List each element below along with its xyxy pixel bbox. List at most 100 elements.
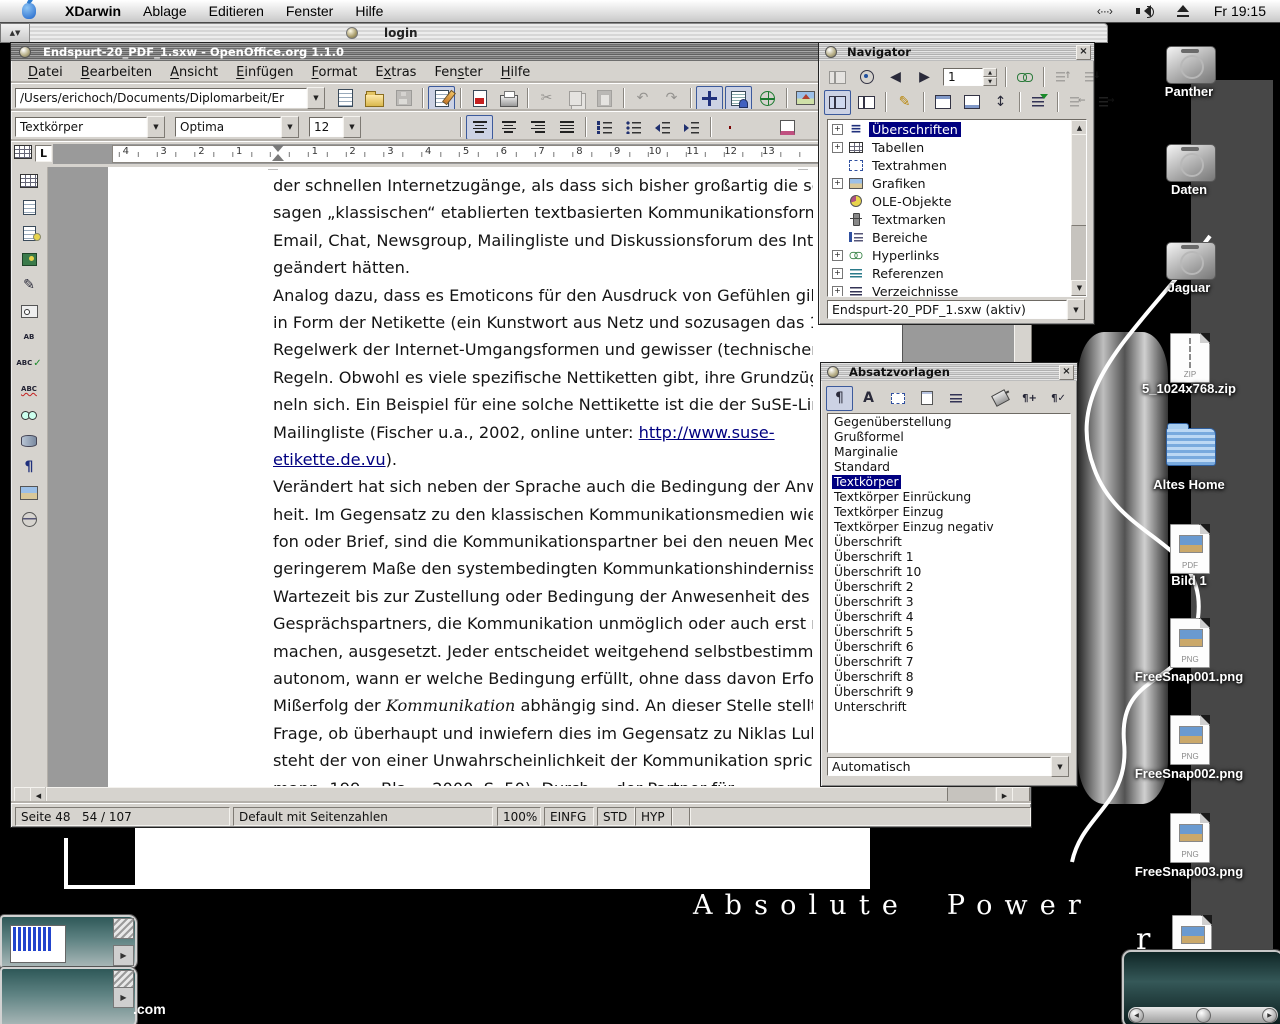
drag-mode-button[interactable] <box>1025 90 1052 115</box>
footer-button[interactable] <box>958 90 985 115</box>
insert-table-button[interactable] <box>13 169 45 193</box>
desktop-icon-Altes Home[interactable] <box>1166 428 1216 466</box>
toggle-view-button[interactable] <box>853 90 880 115</box>
statusbar-zoom[interactable]: 100% <box>497 807 541 826</box>
style-item[interactable]: Überschrift 5 <box>828 624 1070 639</box>
navigation-button[interactable] <box>853 65 880 90</box>
increase-indent-button[interactable] <box>678 115 705 140</box>
corner-scroll-left-icon[interactable]: ◀ <box>1129 1008 1144 1023</box>
statusbar-hyperlink-mode[interactable]: HYP <box>635 807 673 826</box>
eject-icon[interactable] <box>1176 5 1190 17</box>
navigator-close-icon[interactable]: × <box>1076 45 1091 60</box>
font-name-dropdown[interactable]: ▼ <box>281 116 299 138</box>
align-center-button[interactable] <box>495 115 522 140</box>
spellcheck-button[interactable]: ABC <box>13 351 45 375</box>
navigator-item-überschriften[interactable]: +≡Überschriften <box>828 120 1070 138</box>
desktop-icon-FreeSnap001.png[interactable]: PNG <box>1170 618 1210 668</box>
font-name-combo[interactable]: Optima <box>175 117 281 137</box>
document-page[interactable]: der schnellen Internetzugänge, als dass … <box>108 167 903 787</box>
desktop-icon-5_1024x768.zip[interactable]: ZIP <box>1170 333 1210 383</box>
collapsed-window-1[interactable]: ▶ <box>0 915 137 969</box>
writer-menu-bearbeiten[interactable]: Bearbeiten <box>72 65 161 80</box>
style-item[interactable]: Überschrift 7 <box>828 654 1070 669</box>
gallery-button[interactable] <box>792 86 819 111</box>
navigator-document-dropdown[interactable]: ▼ <box>1067 299 1085 320</box>
autotext-button[interactable]: AB <box>13 325 45 349</box>
navigator-scrollbar[interactable]: ▲ ▼ <box>1071 120 1086 296</box>
new-style-from-selection-button[interactable]: ¶+ <box>1016 386 1043 411</box>
navigator-item-tabellen[interactable]: +Tabellen <box>828 138 1070 156</box>
document-text[interactable]: der schnellen Internetzugänge, als dass … <box>273 172 813 786</box>
style-item[interactable]: Überschrift 9 <box>828 684 1070 699</box>
statusbar-selection-mode[interactable]: STD <box>597 807 635 826</box>
align-justify-button[interactable] <box>553 115 580 140</box>
navigator-item-hyperlinks[interactable]: +Hyperlinks <box>828 246 1070 264</box>
italic-button[interactable] <box>399 115 426 140</box>
desktop-icon-FreeSnap002.png[interactable]: PNG <box>1170 715 1210 765</box>
stylist-titlebar[interactable]: Absatzvorlagen × <box>821 363 1077 381</box>
page-spinner[interactable]: ▲▼ <box>983 68 997 86</box>
menubar-clock[interactable]: Fr 19:15 <box>1214 3 1266 19</box>
highlighting-button[interactable] <box>745 115 772 140</box>
navigator-button[interactable] <box>696 86 723 111</box>
form-functions-button[interactable] <box>13 299 45 323</box>
drag-hyperlink-button[interactable] <box>1011 65 1038 90</box>
insert-fields-button[interactable] <box>13 221 45 245</box>
stylist-close-icon[interactable]: × <box>1059 365 1074 380</box>
style-item[interactable]: Unterschrift <box>828 699 1070 714</box>
bold-button[interactable] <box>370 115 397 140</box>
navigator-item-verzeichnisse[interactable]: +Verzeichnisse <box>828 282 1070 296</box>
online-layout-button[interactable] <box>13 507 45 531</box>
indent-marker-bottom[interactable] <box>272 154 284 161</box>
desktop-icon-Jaguar[interactable] <box>1166 242 1216 280</box>
style-item[interactable]: Grußformel <box>828 429 1070 444</box>
expander-icon[interactable]: + <box>832 250 843 261</box>
font-size-combo[interactable]: 12 <box>309 117 343 137</box>
indent-marker-top[interactable] <box>272 145 284 152</box>
list-styles-button[interactable] <box>942 386 969 411</box>
character-styles-button[interactable]: A <box>855 386 882 411</box>
writer-window-button[interactable] <box>19 46 31 58</box>
horizontal-scrollbar[interactable]: ◀ ▶ <box>11 787 1031 803</box>
font-size-dropdown[interactable]: ▼ <box>343 116 361 138</box>
expander-icon[interactable]: + <box>832 124 843 135</box>
frame-styles-button[interactable] <box>884 386 911 411</box>
style-item[interactable]: Textkörper Einzug <box>828 504 1070 519</box>
collapsed-window-2[interactable]: ▶ <box>0 967 137 1024</box>
paragraph-style-dropdown[interactable]: ▼ <box>147 116 165 138</box>
align-left-button[interactable] <box>466 115 493 140</box>
spin-down-icon[interactable]: ▼ <box>983 77 997 86</box>
scroll-right-button[interactable]: ▶ <box>996 787 1013 804</box>
style-item[interactable]: Marginalie <box>828 444 1070 459</box>
url-field[interactable]: /Users/erichoch/Documents/Diplomarbeit/E… <box>15 88 307 108</box>
style-item[interactable]: Textkörper Einrückung <box>828 489 1070 504</box>
content-view-button[interactable] <box>824 90 851 115</box>
hscroll-thumb[interactable] <box>46 787 948 804</box>
print-file-button[interactable] <box>495 86 522 111</box>
style-item[interactable]: Überschrift 2 <box>828 579 1070 594</box>
paragraph-styles-button[interactable]: ¶ <box>826 386 853 411</box>
menu-hilfe[interactable]: Hilfe <box>344 3 394 19</box>
underline-button[interactable] <box>428 115 455 140</box>
spin-up-icon[interactable]: ▲ <box>983 68 997 77</box>
writer-menu-einfügen[interactable]: Einfügen <box>227 65 302 80</box>
menu-ablage[interactable]: Ablage <box>132 3 198 19</box>
volume-icon[interactable] <box>1136 5 1152 17</box>
tab-type-selector[interactable]: L <box>35 145 52 162</box>
style-item[interactable]: Überschrift 8 <box>828 669 1070 684</box>
hyperlink-text[interactable]: etikette.de.vu <box>273 450 386 469</box>
navigator-window-button[interactable] <box>825 46 837 58</box>
edit-file-button[interactable] <box>428 86 455 111</box>
new-document-button[interactable] <box>332 86 359 111</box>
paragraph-style-combo[interactable]: Textkörper <box>15 117 147 137</box>
style-item[interactable]: Überschrift 10 <box>828 564 1070 579</box>
page-styles-button[interactable] <box>913 386 940 411</box>
previous-button[interactable]: ◀ <box>882 65 909 90</box>
fill-format-button[interactable] <box>987 386 1014 411</box>
expander-icon[interactable]: + <box>832 178 843 189</box>
url-dropdown-button[interactable]: ▼ <box>307 87 325 109</box>
find-replace-button[interactable] <box>13 403 45 427</box>
draw-functions-button[interactable]: ✎ <box>13 273 45 297</box>
statusbar-page-style[interactable]: Default mit Seitenzahlen <box>233 807 493 826</box>
hyperlink-dialog-button[interactable] <box>754 86 781 111</box>
